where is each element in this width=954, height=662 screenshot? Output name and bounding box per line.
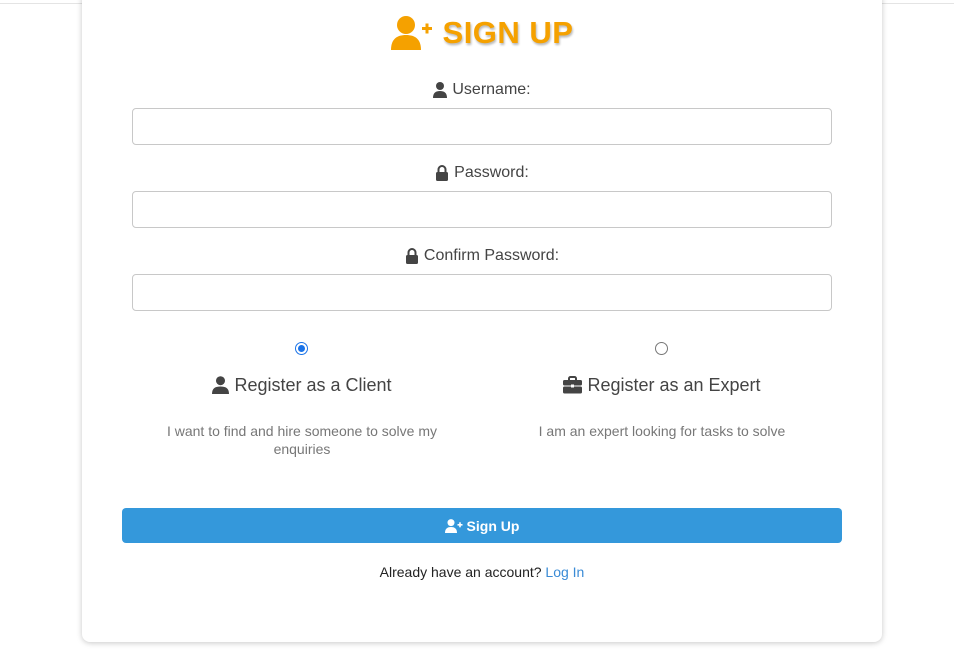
username-input[interactable] — [132, 108, 832, 145]
confirm-password-label-text: Confirm Password: — [423, 247, 560, 264]
client-role-label: Register as a Client — [234, 374, 392, 395]
client-role-description: I want to find and hire someone to solve… — [166, 423, 438, 457]
user-icon — [212, 376, 230, 394]
signup-card: SIGN UP Username: Password: Confirm Pass… — [82, 0, 882, 642]
signup-button[interactable]: Sign Up — [122, 508, 842, 543]
expert-role-label: Register as an Expert — [587, 374, 761, 395]
briefcase-icon — [563, 376, 583, 394]
password-label-text: Password: — [454, 164, 529, 181]
login-prompt-row: Already have an account? Log In — [82, 564, 882, 580]
user-plus-icon — [444, 518, 463, 533]
login-link[interactable]: Log In — [545, 564, 584, 580]
username-label-text: Username: — [452, 81, 531, 98]
page-title: SIGN UP — [442, 15, 574, 50]
login-prompt-text: Already have an account? — [379, 564, 542, 580]
signup-button-label: Sign Up — [466, 517, 520, 534]
client-radio[interactable] — [295, 342, 308, 355]
page-header: SIGN UP — [82, 13, 882, 53]
expert-radio[interactable] — [655, 342, 668, 355]
expert-role-description: I am an expert looking for tasks to solv… — [538, 423, 786, 439]
client-role-title: Register as a Client — [152, 374, 452, 396]
confirm-password-input[interactable] — [132, 274, 832, 311]
password-input[interactable] — [132, 191, 832, 228]
user-icon — [433, 82, 448, 98]
lock-icon — [405, 248, 418, 264]
lock-icon — [436, 165, 449, 181]
confirm-password-label: Confirm Password: — [82, 246, 882, 266]
username-label: Username: — [82, 80, 882, 100]
expert-role-title: Register as an Expert — [512, 374, 812, 396]
user-plus-icon — [390, 16, 432, 50]
password-label: Password: — [82, 163, 882, 183]
